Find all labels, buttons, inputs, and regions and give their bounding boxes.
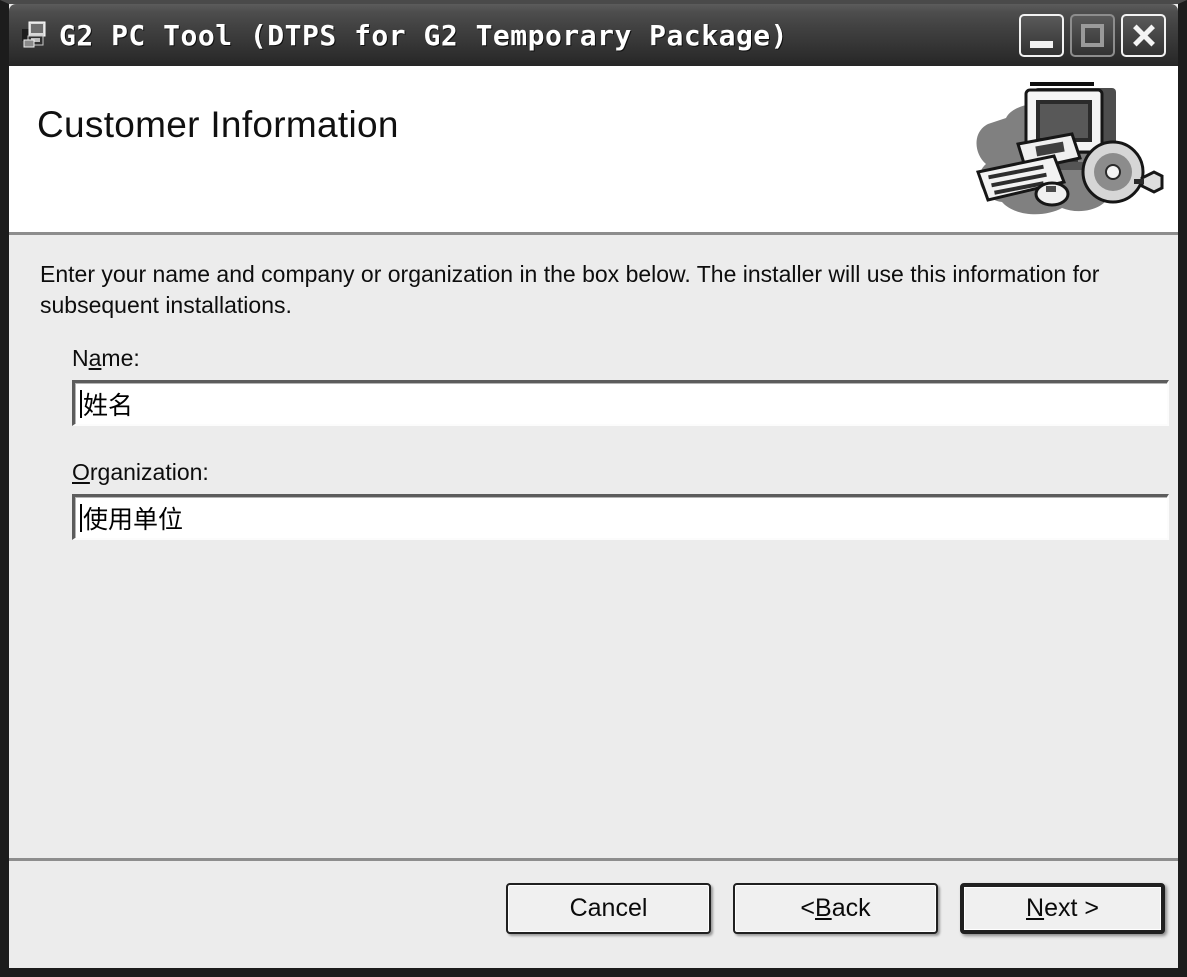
dialog-footer: Cancel < Back Next > [9, 858, 1178, 968]
back-label-accelerator: B [815, 894, 832, 923]
close-button[interactable] [1121, 14, 1166, 57]
next-label-accelerator: N [1026, 894, 1044, 923]
field-group-name: Name: 姓名 [72, 345, 1169, 426]
organization-label-after: rganization: [90, 459, 209, 485]
back-label-before: < [800, 894, 815, 923]
installer-window: G2 PC Tool (DTPS for G2 Temporary Packag… [0, 0, 1187, 977]
back-button[interactable]: < Back [733, 883, 938, 934]
minimize-button[interactable] [1019, 14, 1064, 57]
name-label-accelerator: a [89, 345, 102, 371]
window-title: G2 PC Tool (DTPS for G2 Temporary Packag… [59, 19, 1019, 52]
name-label-after: me: [101, 345, 139, 371]
title-bar[interactable]: G2 PC Tool (DTPS for G2 Temporary Packag… [9, 4, 1178, 66]
organization-input-value: 使用单位 [82, 500, 183, 536]
name-input-value: 姓名 [82, 386, 133, 422]
name-field-label: Name: [72, 345, 1169, 372]
name-label-before: N [72, 345, 89, 371]
dialog-header: Customer Information [9, 66, 1178, 235]
close-icon [1123, 16, 1164, 55]
cancel-label-before: Cancel [570, 894, 648, 923]
field-group-organization: Organization: 使用单位 [72, 459, 1169, 540]
name-input[interactable]: 姓名 [72, 380, 1169, 426]
next-button[interactable]: Next > [960, 883, 1165, 934]
organization-field-label: Organization: [72, 459, 1169, 486]
cancel-button[interactable]: Cancel [506, 883, 711, 934]
back-label-after: ack [832, 894, 871, 923]
installer-computer-icon [958, 80, 1166, 222]
page-title: Customer Information [37, 104, 399, 146]
button-row: Cancel < Back Next > [506, 883, 1165, 934]
maximize-icon [1072, 16, 1113, 55]
next-label-after: ext > [1044, 894, 1099, 923]
minimize-icon [1021, 16, 1062, 55]
dialog-body: Enter your name and company or organizat… [9, 235, 1178, 858]
organization-label-accelerator: O [72, 459, 90, 485]
organization-input[interactable]: 使用单位 [72, 494, 1169, 540]
maximize-button[interactable] [1070, 14, 1115, 57]
intro-text: Enter your name and company or organizat… [40, 259, 1160, 321]
msi-installer-icon [21, 20, 51, 50]
window-controls [1019, 14, 1166, 57]
